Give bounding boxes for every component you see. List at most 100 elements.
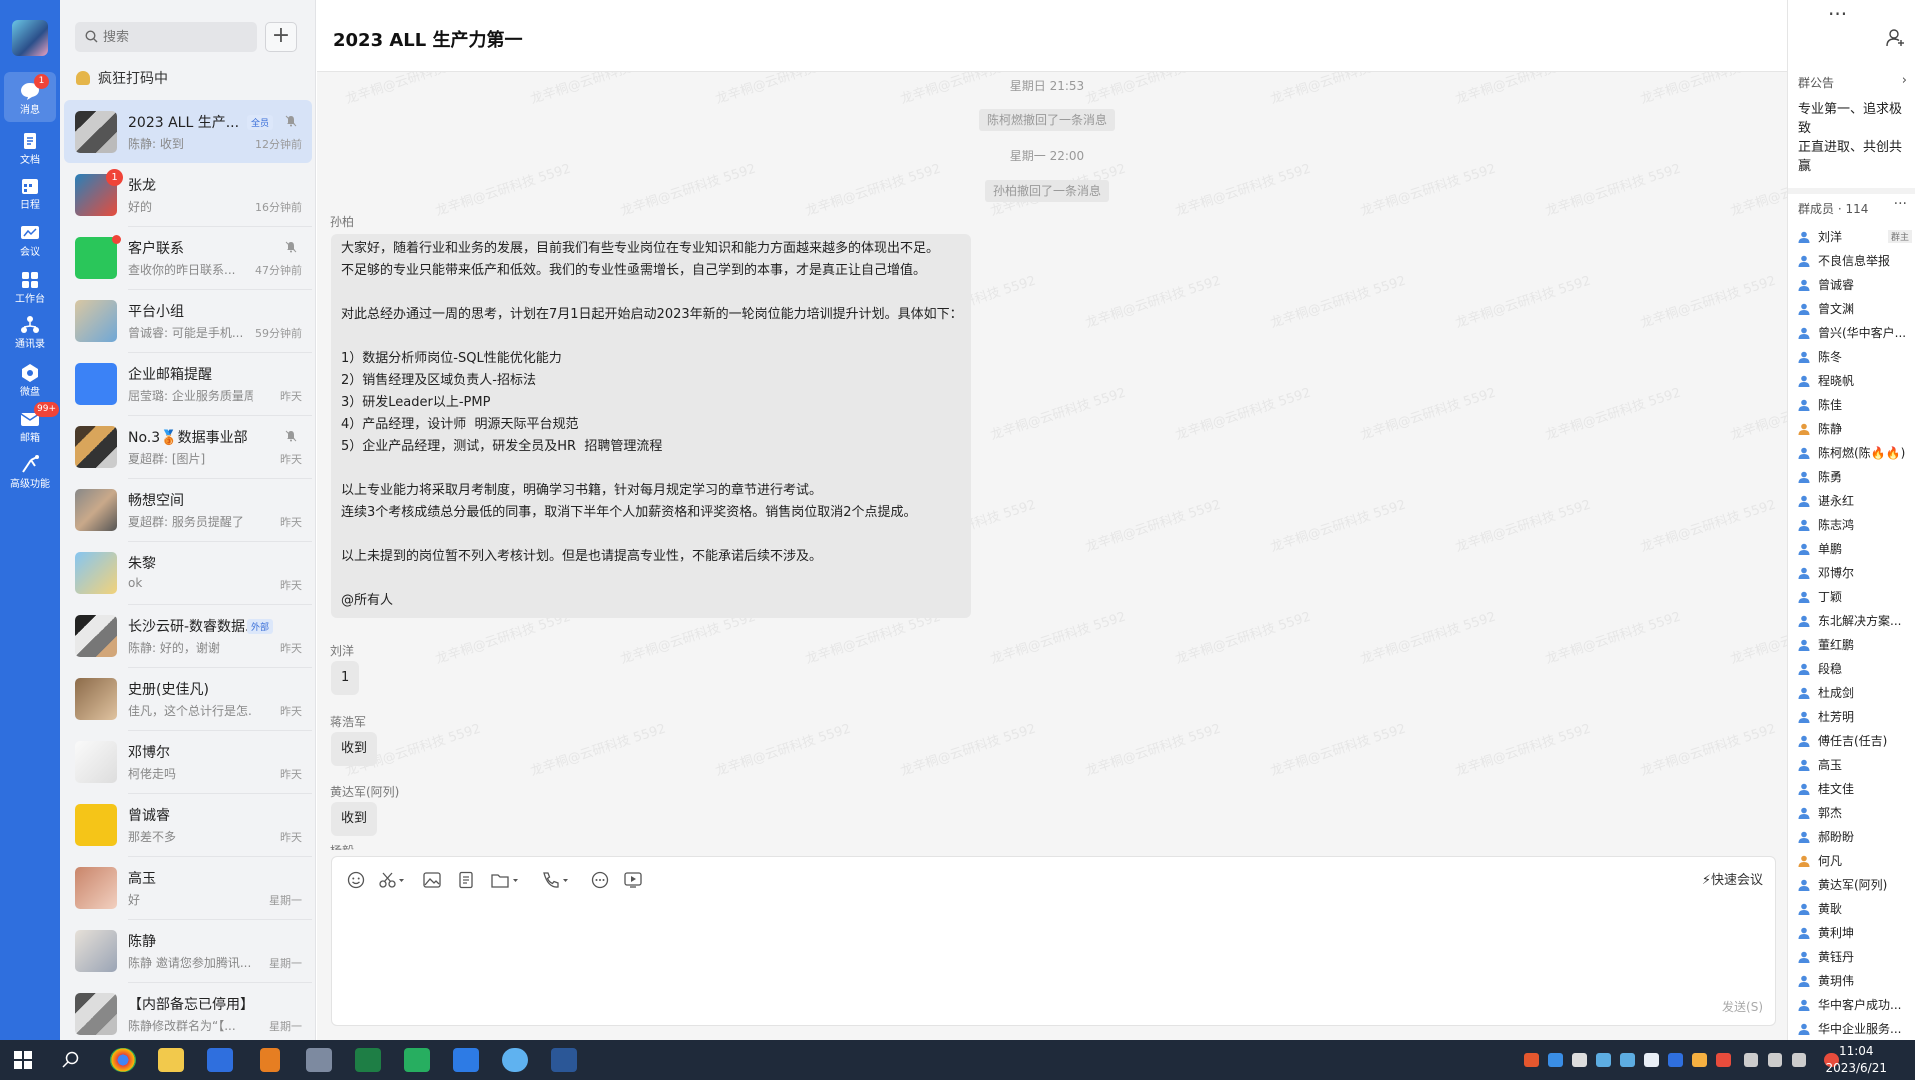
tray-icon[interactable] [1668, 1053, 1683, 1067]
send-button[interactable]: 发送(S) [1722, 998, 1763, 1015]
word-icon[interactable] [551, 1048, 577, 1072]
conversation-item[interactable]: 高玉好 星期一 [64, 856, 312, 919]
member-item[interactable]: 华中客户成功... [1798, 996, 1914, 1014]
nav-item-2[interactable]: 日程 [4, 167, 56, 217]
more-tools-icon[interactable] [590, 871, 610, 889]
tray-icon[interactable] [1572, 1053, 1587, 1067]
document-icon[interactable] [456, 871, 476, 889]
nav-item-0[interactable]: 消息 1 [4, 72, 56, 122]
member-item[interactable]: 陈静 [1798, 420, 1914, 438]
member-item[interactable]: 郝盼盼 [1798, 828, 1914, 846]
phone-icon[interactable] [540, 871, 570, 889]
member-item[interactable]: 黄钰丹 [1798, 948, 1914, 966]
member-item[interactable]: 高玉 [1798, 756, 1914, 774]
member-item[interactable]: 华中企业服务... [1798, 1020, 1914, 1038]
member-item[interactable]: 傅任吉(任吉) [1798, 732, 1914, 750]
member-item[interactable]: 董红鹏 [1798, 636, 1914, 654]
taskbar-search-icon[interactable] [62, 1051, 80, 1069]
folder-icon[interactable] [490, 871, 520, 889]
member-item[interactable]: 单鹏 [1798, 540, 1914, 558]
notice-title[interactable]: 群公告 [1798, 74, 1834, 91]
conversation-item[interactable]: 2023 ALL 生产... 全员 陈静: 收到 12分钟前 [64, 100, 312, 163]
message-bubble[interactable]: 1 [331, 661, 360, 695]
message-bubble[interactable]: 收到 [331, 802, 378, 836]
member-item[interactable]: 东北解决方案... [1798, 612, 1914, 630]
message-bubble[interactable]: 大家好，随着行业和业务的发展，目前我们有些专业岗位在专业知识和能力方面越来越多的… [331, 234, 971, 618]
conversation-item[interactable]: 【内部备忘已停用】湖北省... 陈静修改群名为“【... 星期一 [64, 982, 312, 1040]
add-member-icon[interactable] [1886, 28, 1906, 48]
member-item[interactable]: 陈勇 [1798, 468, 1914, 486]
conversation-item[interactable]: 曾诚睿 那差不多 昨天 [64, 793, 312, 856]
conversation-item[interactable]: 邓博尔 柯佬走吗 昨天 [64, 730, 312, 793]
more-button[interactable]: ··· [1828, 2, 1847, 26]
member-item[interactable]: 郭杰 [1798, 804, 1914, 822]
member-item[interactable]: 陈佳 [1798, 396, 1914, 414]
conversation-item[interactable]: 平台小组 曾诚睿: 可能是手机... 59分钟前 [64, 289, 312, 352]
message-sender[interactable]: 刘洋 [330, 642, 354, 659]
conversation-item[interactable]: 畅想空间 夏超群: 服务员提醒了 昨天 [64, 478, 312, 541]
member-item[interactable]: 曾兴(华中客户... [1798, 324, 1914, 342]
tray-icon[interactable] [1716, 1053, 1731, 1067]
ime-icon[interactable] [1792, 1053, 1806, 1067]
tray-icon[interactable] [1524, 1053, 1539, 1067]
nav-item-5[interactable]: 通讯录 [4, 306, 56, 356]
search-input[interactable] [103, 28, 248, 46]
members-more-icon[interactable]: ··· [1894, 196, 1907, 212]
member-item[interactable]: 黄达军(阿列) [1798, 876, 1914, 894]
message-sender[interactable]: 杨毅 [330, 842, 354, 850]
conversation-item[interactable]: 朱黎 ok 昨天 [64, 541, 312, 604]
search-box[interactable] [75, 22, 257, 52]
message-composer[interactable]: ⚡快速会议 发送(S) [331, 856, 1776, 1026]
member-item[interactable]: 丁颖 [1798, 588, 1914, 606]
volume-icon[interactable] [1768, 1053, 1782, 1067]
member-item[interactable]: 陈志鸿 [1798, 516, 1914, 534]
conversation-item[interactable]: 史册(史佳凡) 佳凡，这个总计行是怎... 昨天 [64, 667, 312, 730]
wps-icon[interactable] [453, 1048, 479, 1072]
conversation-item[interactable]: 长沙云研-数睿数据... 外部 陈静: 好的，谢谢 昨天 [64, 604, 312, 667]
message-bubble[interactable]: 收到 [331, 732, 378, 766]
member-item[interactable]: 陈柯燃(陈🔥🔥) [1798, 444, 1914, 462]
conversation-item[interactable]: No.3🥉数据事业部（研... 夏超群: [图片] 昨天 [64, 415, 312, 478]
user-avatar[interactable] [12, 20, 48, 56]
member-item[interactable]: 段稳 [1798, 660, 1914, 678]
member-item[interactable]: 杜芳明 [1798, 708, 1914, 726]
message-sender[interactable]: 黄达军(阿列) [330, 783, 399, 800]
network-icon[interactable] [1744, 1053, 1758, 1067]
tray-icon[interactable] [1620, 1053, 1635, 1067]
member-item[interactable]: 桂文佳 [1798, 780, 1914, 798]
app-icon[interactable] [404, 1048, 430, 1072]
member-item[interactable]: 不良信息举报 [1798, 252, 1914, 270]
conversation-item[interactable]: 陈静 陈静 邀请您参加腾讯... 星期一 [64, 919, 312, 982]
tray-icon[interactable] [1596, 1053, 1611, 1067]
message-sender[interactable]: 蒋浩军 [330, 713, 366, 730]
wecom-taskbar-icon[interactable] [207, 1048, 233, 1072]
quick-meeting-button[interactable]: ⚡快速会议 [1702, 869, 1763, 888]
chevron-right-icon[interactable]: › [1902, 73, 1907, 88]
emoji-icon[interactable] [346, 871, 366, 889]
member-item[interactable]: 黄利坤 [1798, 924, 1914, 942]
nav-item-1[interactable]: 文档 [4, 122, 56, 172]
app-icon[interactable] [306, 1048, 332, 1072]
windows-start-icon[interactable] [14, 1051, 32, 1069]
tray-icon[interactable] [1692, 1053, 1707, 1067]
member-item[interactable]: 谌永红 [1798, 492, 1914, 510]
status-line[interactable]: 疯狂打码中 [76, 68, 168, 90]
nav-item-8[interactable]: 高级功能 [4, 446, 56, 496]
file-explorer-icon[interactable] [158, 1048, 184, 1072]
member-item[interactable]: 程晓帆 [1798, 372, 1914, 390]
member-item[interactable]: 邓博尔 [1798, 564, 1914, 582]
member-item[interactable]: 曾诚睿 [1798, 276, 1914, 294]
chrome-icon[interactable] [110, 1048, 136, 1072]
member-item[interactable]: 黄玥伟 [1798, 972, 1914, 990]
image-icon[interactable] [422, 871, 442, 889]
tray-icon[interactable] [1548, 1053, 1563, 1067]
message-sender[interactable]: 孙柏 [330, 213, 354, 230]
member-item[interactable]: 陈冬 [1798, 348, 1914, 366]
nav-item-3[interactable]: 会议 [4, 214, 56, 264]
excel-icon[interactable] [355, 1048, 381, 1072]
member-item[interactable]: 曾文渊 [1798, 300, 1914, 318]
clock[interactable]: 11:04 2023/6/21 [1825, 1043, 1887, 1077]
nav-item-4[interactable]: 工作台 [4, 261, 56, 311]
member-item[interactable]: 黄耿 [1798, 900, 1914, 918]
conversation-item[interactable]: 客户联系 查收你的昨日联系... 47分钟前 [64, 226, 312, 289]
